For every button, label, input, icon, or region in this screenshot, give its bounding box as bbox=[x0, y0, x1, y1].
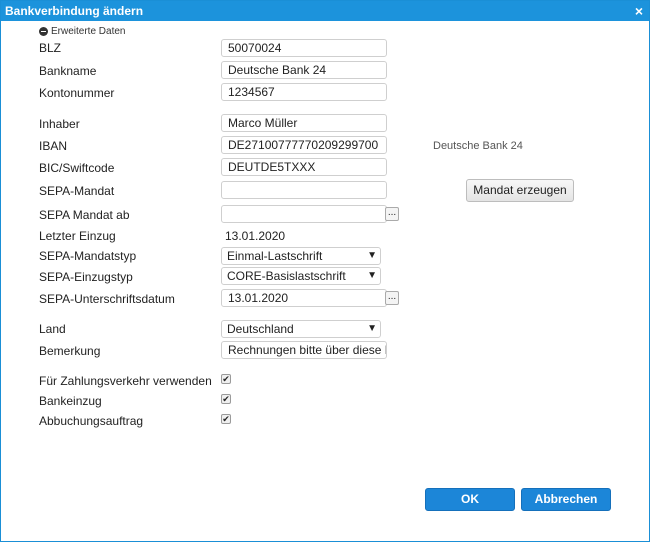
zahlungsverkehr-label: Für Zahlungsverkehr verwenden bbox=[39, 374, 212, 388]
unterschriftsdatum-input[interactable]: 13.01.2020 bbox=[221, 289, 387, 307]
letzter-einzug-value: 13.01.2020 bbox=[225, 229, 286, 243]
sepa-mandat-ab-date-button[interactable]: ... bbox=[385, 207, 399, 221]
einzugstyp-label: SEPA-Einzugstyp bbox=[39, 270, 133, 284]
bic-input[interactable]: DEUTDE5TXXX bbox=[221, 158, 387, 176]
dropdown-arrow-icon: ▼ bbox=[367, 323, 377, 334]
abbuchungsauftrag-label: Abbuchungsauftrag bbox=[39, 414, 144, 428]
dialog-title: Bankverbindung ändern bbox=[5, 4, 144, 18]
dialog-titlebar: Bankverbindung ändern × bbox=[1, 1, 649, 21]
advanced-data-label: Erweiterte Daten bbox=[51, 26, 126, 37]
bankverbindung-dialog: Bankverbindung ändern × Erweiterte Daten… bbox=[0, 0, 650, 542]
kontonummer-input[interactable]: 1234567 bbox=[221, 83, 387, 101]
unterschriftsdatum-label: SEPA-Unterschriftsdatum bbox=[39, 292, 175, 306]
bic-label: BIC/Swiftcode bbox=[39, 161, 115, 175]
bankname-label: Bankname bbox=[39, 64, 97, 78]
mandatstyp-label: SEPA-Mandatstyp bbox=[39, 249, 137, 263]
bankeinzug-label: Bankeinzug bbox=[39, 394, 102, 408]
iban-label: IBAN bbox=[39, 139, 68, 153]
mandat-erzeugen-button[interactable]: Mandat erzeugen bbox=[466, 179, 574, 202]
bankname-input[interactable]: Deutsche Bank 24 bbox=[221, 61, 387, 79]
bemerkung-input[interactable]: Rechnungen bitte über diese Ba bbox=[221, 341, 387, 359]
ok-button[interactable]: OK bbox=[425, 488, 515, 511]
letzter-einzug-label: Letzter Einzug bbox=[39, 229, 116, 243]
sepa-mandat-ab-label: SEPA Mandat ab bbox=[39, 208, 130, 222]
land-value: Deutschland bbox=[227, 322, 294, 336]
inhaber-label: Inhaber bbox=[39, 117, 80, 131]
abbrechen-button[interactable]: Abbrechen bbox=[521, 488, 611, 511]
unterschriftsdatum-date-button[interactable]: ... bbox=[385, 291, 399, 305]
inhaber-input[interactable]: Marco Müller bbox=[221, 114, 387, 132]
minus-circle-icon bbox=[39, 27, 48, 36]
dropdown-arrow-icon: ▼ bbox=[367, 250, 377, 261]
kontonummer-label: Kontonummer bbox=[39, 86, 115, 100]
einzugstyp-value: CORE-Basislastschrift bbox=[227, 269, 346, 283]
mandatstyp-select[interactable]: Einmal-Lastschrift ▼ bbox=[221, 247, 381, 265]
blz-input[interactable]: 50070024 bbox=[221, 39, 387, 57]
sepa-mandat-ab-input[interactable] bbox=[221, 205, 387, 223]
land-select[interactable]: Deutschland ▼ bbox=[221, 320, 381, 338]
zahlungsverkehr-checkbox[interactable]: ✔ bbox=[221, 374, 231, 384]
bemerkung-label: Bemerkung bbox=[39, 344, 101, 358]
einzugstyp-select[interactable]: CORE-Basislastschrift ▼ bbox=[221, 267, 381, 285]
iban-input[interactable]: DE27100777770209299700 bbox=[221, 136, 387, 154]
mandatstyp-value: Einmal-Lastschrift bbox=[227, 249, 323, 263]
sepa-mandat-label: SEPA-Mandat bbox=[39, 184, 115, 198]
iban-bank-hint: Deutsche Bank 24 bbox=[433, 140, 523, 152]
abbuchungsauftrag-checkbox[interactable]: ✔ bbox=[221, 414, 231, 424]
bankeinzug-checkbox[interactable]: ✔ bbox=[221, 394, 231, 404]
close-icon[interactable]: × bbox=[635, 3, 643, 19]
blz-label: BLZ bbox=[39, 41, 62, 55]
sepa-mandat-input[interactable] bbox=[221, 181, 387, 199]
land-label: Land bbox=[39, 322, 66, 336]
advanced-data-toggle[interactable]: Erweiterte Daten bbox=[39, 26, 125, 37]
dropdown-arrow-icon: ▼ bbox=[367, 270, 377, 281]
